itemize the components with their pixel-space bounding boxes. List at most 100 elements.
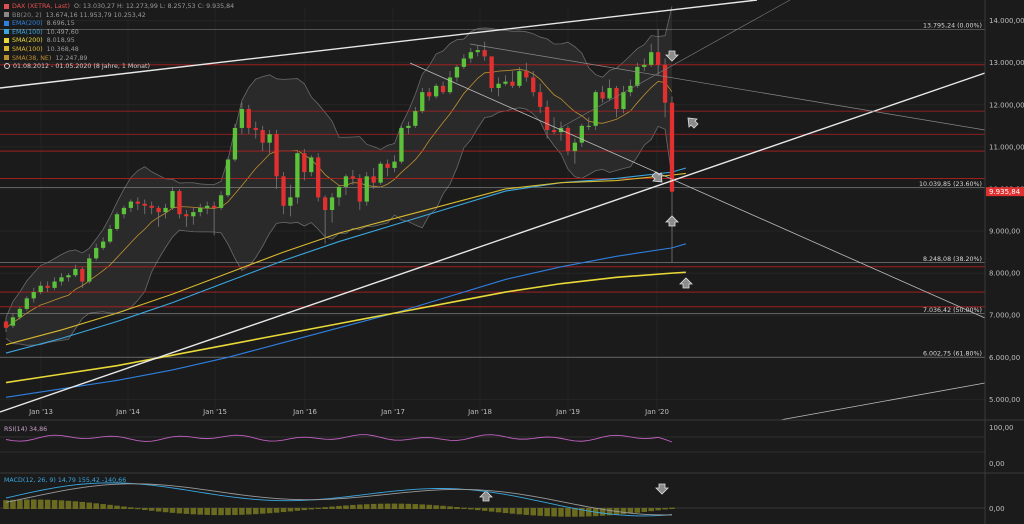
x-tick-label: Jan '18	[467, 408, 492, 416]
candle-body	[364, 176, 369, 202]
candle-body	[406, 125, 411, 128]
macd-histogram-bar	[537, 508, 543, 516]
macd-histogram-bar	[412, 504, 419, 509]
legend-range: 01.08.2012 - 01.05.2020 (8 Jahre, 1 Mona…	[4, 63, 234, 72]
legend-series-name: EMA(200)	[12, 20, 43, 28]
macd-histogram-bar	[190, 508, 197, 515]
candle-body	[600, 92, 605, 99]
candle-body	[45, 285, 50, 288]
candle-body	[468, 52, 473, 59]
macd-histogram-bar	[218, 508, 224, 516]
candle-body	[503, 81, 508, 84]
legend-row: SMA(100) 10.368,48	[4, 46, 234, 55]
y-tick-label: 6.000,00	[989, 354, 1020, 362]
candle-body	[94, 247, 99, 259]
y-tick-label: 14.000,00	[989, 17, 1024, 25]
candle-body	[114, 214, 120, 229]
candle-body	[128, 201, 134, 208]
legend-series-name: SMA(200)	[12, 37, 43, 45]
candle-body	[551, 130, 557, 133]
candle-body	[225, 159, 231, 196]
legend-header-label: DAX (XETRA, Last)	[12, 3, 70, 10]
legend-range-label: 01.08.2012 - 01.05.2020 (8 Jahre, 1 Mona…	[13, 63, 150, 71]
candle-body	[232, 127, 238, 160]
candle-body	[100, 241, 106, 248]
candle-body	[420, 92, 425, 112]
candle-body	[531, 77, 536, 93]
macd-histogram-bar	[86, 502, 93, 509]
legend-series-values: 12.247,89	[55, 54, 88, 62]
candle-body	[565, 127, 571, 152]
macd-histogram-bar	[3, 500, 9, 509]
macd-histogram-bar	[162, 508, 169, 513]
y-tick-label: 7.000,00	[989, 312, 1020, 320]
legend-series-values: 8.696,15	[46, 20, 75, 28]
y-tick-label: 12.000,00	[989, 101, 1024, 109]
macd-histogram-bar	[405, 503, 412, 509]
y-tick-label: 13.000,00	[989, 59, 1024, 67]
macd-histogram-bar	[79, 501, 86, 509]
macd-histogram-bar	[30, 499, 37, 509]
macd-histogram-bar	[551, 508, 557, 517]
candle-body	[322, 197, 328, 210]
macd-histogram-bar	[377, 503, 384, 509]
macd-histogram-bar	[502, 508, 509, 514]
candle-body	[544, 106, 550, 131]
legend-swatch	[4, 46, 9, 52]
candle-body	[288, 197, 293, 206]
candle-body	[38, 285, 43, 293]
macd-histogram-bar	[585, 508, 592, 517]
y-tick-label: 9.000,00	[989, 228, 1020, 236]
macd-histogram-bar	[474, 508, 481, 511]
candle-body	[440, 85, 446, 93]
legend-series-name: BB(20, 2)	[12, 11, 42, 19]
macd-histogram-bar	[308, 508, 315, 510]
legend-swatch	[4, 12, 9, 18]
macd-histogram-bar	[495, 508, 502, 513]
macd-histogram-bar	[301, 508, 308, 511]
candle-body	[52, 281, 57, 288]
rsi-axis-label: 100,00	[989, 424, 1014, 432]
candle-body	[218, 195, 224, 208]
macd-histogram-bar	[93, 503, 99, 509]
candle-body	[246, 109, 251, 128]
macd-histogram-bar	[204, 508, 210, 515]
candle-body	[295, 153, 300, 198]
macd-histogram-bar	[363, 504, 370, 509]
legend-swatch	[4, 20, 9, 26]
macd-histogram-bar	[634, 508, 641, 513]
candle-body	[66, 275, 71, 278]
macd-histogram-bar	[565, 508, 571, 517]
candle-body	[205, 205, 210, 208]
macd-histogram-bar	[169, 508, 176, 513]
macd-histogram-bar	[391, 503, 398, 509]
candle-body	[454, 66, 460, 78]
candle-body	[350, 176, 356, 179]
macd-histogram-bar	[398, 503, 405, 509]
candle-body	[489, 56, 494, 88]
macd-histogram-bar	[72, 501, 79, 509]
macd-histogram-bar	[232, 508, 238, 515]
candle-body	[24, 298, 29, 309]
candle-body	[211, 205, 217, 208]
macd-histogram-bar	[461, 507, 467, 509]
macd-histogram-bar	[259, 508, 266, 514]
x-tick-label: Jan '13	[28, 408, 53, 416]
candle-body	[538, 92, 543, 107]
x-tick-label: Jan '17	[380, 408, 405, 416]
macd-histogram-bar	[246, 508, 252, 515]
macd-histogram-bar	[329, 506, 335, 509]
macd-histogram-bar	[107, 504, 113, 509]
candle-body	[510, 81, 515, 86]
macd-label: MACD(12, 26, 9) 14,79 155,42 -140,66	[4, 477, 126, 484]
rsi-axis-label: 0,00	[989, 460, 1005, 468]
macd-histogram-bar	[655, 508, 661, 511]
candle-body	[475, 50, 480, 53]
macd-histogram-bar	[558, 508, 564, 517]
macd-histogram-bar	[121, 506, 127, 509]
macd-histogram-bar	[44, 499, 51, 509]
candle-body	[392, 161, 397, 168]
legend-row: SMA(38, NE) 12.247,89	[4, 55, 234, 64]
macd-histogram-bar	[114, 505, 120, 509]
x-tick-label: Jan '16	[292, 408, 317, 416]
